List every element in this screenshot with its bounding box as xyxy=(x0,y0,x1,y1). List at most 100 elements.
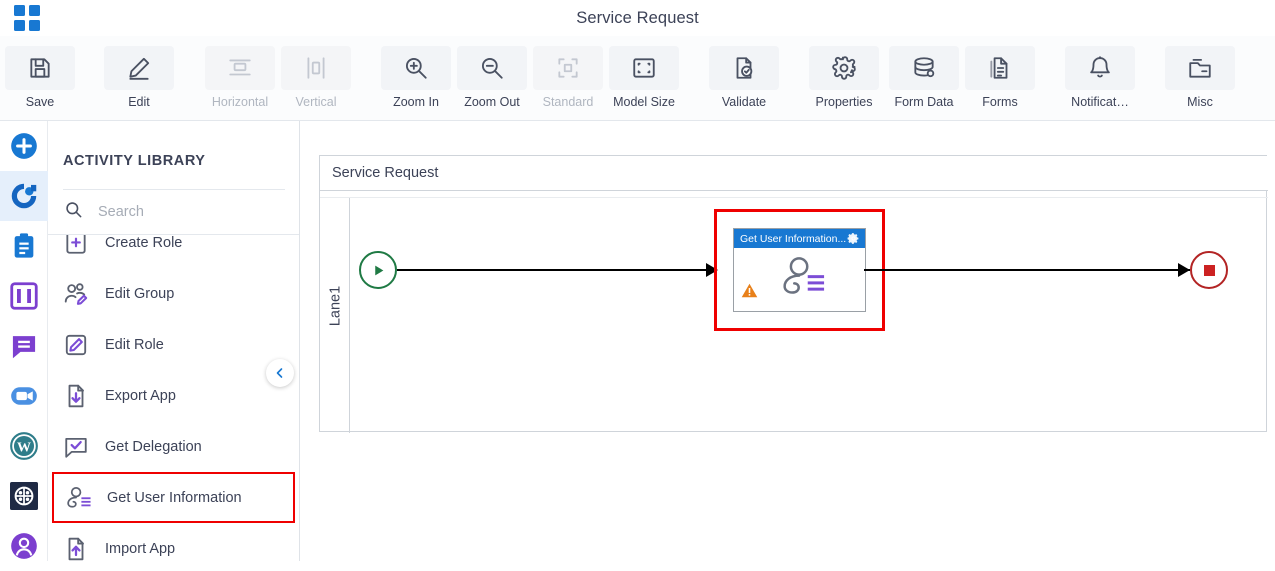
validate-doc-check-icon xyxy=(709,46,779,90)
flow-arrowhead xyxy=(1178,263,1190,277)
activity-list-item-label: Get Delegation xyxy=(105,438,202,455)
toolbar-button-save[interactable]: Save xyxy=(5,46,75,109)
toolbar-button-label: Notificat… xyxy=(1071,95,1129,109)
toolbar-button-label: Misc xyxy=(1187,95,1213,109)
columns-layout-icon xyxy=(9,282,38,310)
toolbar-button-zoom-in[interactable]: Zoom In xyxy=(381,46,451,109)
database-form-data-icon xyxy=(889,46,959,90)
lane-label: Lane1 xyxy=(327,285,344,327)
activity-list-item[interactable]: Export App xyxy=(48,370,299,421)
title-bar: Service Request xyxy=(0,0,1275,36)
activity-library-heading: ACTIVITY LIBRARY xyxy=(63,153,206,169)
warning-triangle-icon[interactable] xyxy=(741,282,758,304)
toolbar: Save Edit Horizontal Vertical Zoom In Zoom Ou… xyxy=(0,36,1275,121)
toolbar-button-vertical: Vertical xyxy=(281,46,351,109)
activity-list-item[interactable]: Get User Information xyxy=(52,472,295,523)
globe-grid-icon xyxy=(9,482,38,510)
start-event-play-icon xyxy=(374,265,383,275)
rail-item-clipboard-tasks[interactable] xyxy=(0,221,48,271)
document-forms-icon xyxy=(965,46,1035,90)
activity-list[interactable]: Create Role Edit Group Edit Role Export App… xyxy=(48,217,299,561)
standard-fit-icon xyxy=(533,46,603,90)
user-circle-icon xyxy=(10,532,38,560)
end-event[interactable] xyxy=(1190,251,1228,289)
activity-node-body xyxy=(734,248,865,311)
agilepoint-logo-icon xyxy=(10,182,38,210)
rail-item-globe-grid[interactable] xyxy=(0,471,48,521)
rail-item-zoom-video[interactable] xyxy=(0,371,48,421)
rail-item-chat-message[interactable] xyxy=(0,321,48,371)
toolbar-button-forms[interactable]: Forms xyxy=(965,46,1035,109)
activity-list-item-label: Get User Information xyxy=(107,489,242,506)
sequence-flow[interactable] xyxy=(397,269,706,271)
pool-header: Service Request xyxy=(320,156,1268,191)
toolbar-button-label: Properties xyxy=(815,95,873,109)
zoom-video-icon xyxy=(10,382,38,410)
rail-item-add-plus-circle[interactable] xyxy=(0,121,48,171)
toolbar-button-properties[interactable]: Properties xyxy=(809,46,879,109)
collapse-panel-button[interactable] xyxy=(266,359,294,387)
swimlane: Lane1 Get User Information... xyxy=(320,197,1268,433)
gear-icon[interactable] xyxy=(847,232,860,245)
search-input[interactable] xyxy=(96,203,276,221)
toolbar-button-zoom-out[interactable]: Zoom Out xyxy=(457,46,527,109)
svg-text:W: W xyxy=(17,440,31,455)
activity-list-item[interactable]: Import App xyxy=(48,523,299,561)
toolbar-button-label: Zoom In xyxy=(393,95,439,109)
activity-list-item[interactable]: Get Delegation xyxy=(48,421,299,472)
save-floppy-icon xyxy=(5,46,75,90)
search-bar[interactable] xyxy=(48,190,299,235)
search-icon xyxy=(64,200,83,224)
toolbar-button-label: Save xyxy=(25,95,55,109)
activity-node-title: Get User Information... xyxy=(740,232,847,245)
gear-properties-icon xyxy=(809,46,879,90)
rail-item-user-circle[interactable] xyxy=(0,521,48,571)
import-app-icon xyxy=(63,536,89,562)
chat-message-icon xyxy=(10,332,38,360)
edit-group-icon xyxy=(63,281,89,307)
toolbar-button-label: Horizontal xyxy=(211,95,269,109)
export-app-icon xyxy=(63,383,89,409)
app-rail: W xyxy=(0,121,48,561)
pencil-edit-icon xyxy=(104,46,174,90)
activity-list-item-label: Edit Role xyxy=(105,336,164,353)
toolbar-button-notificat[interactable]: Notificat… xyxy=(1065,46,1135,109)
activity-list-item[interactable]: Edit Role xyxy=(48,319,299,370)
toolbar-button-label: Forms xyxy=(982,95,1018,109)
bell-notification-icon xyxy=(1065,46,1135,90)
zoom-out-icon xyxy=(457,46,527,90)
pool-title: Service Request xyxy=(332,165,439,181)
model-size-icon xyxy=(609,46,679,90)
start-event[interactable] xyxy=(359,251,397,289)
align-vertical-icon xyxy=(281,46,351,90)
toolbar-button-form-data[interactable]: Form Data xyxy=(889,46,959,109)
activity-list-item-label: Import App xyxy=(105,540,176,557)
toolbar-button-label: Edit xyxy=(128,95,150,109)
rail-item-columns-layout[interactable] xyxy=(0,271,48,321)
chevron-left-icon xyxy=(276,368,283,378)
activity-list-item-label: Create Role xyxy=(105,234,183,251)
page-title: Service Request xyxy=(576,9,699,27)
rail-item-agilepoint-logo[interactable] xyxy=(0,171,48,221)
process-pool: Service Request Lane1 Get User Informati… xyxy=(319,155,1268,433)
activity-list-item[interactable]: Edit Group xyxy=(48,268,299,319)
toolbar-button-validate[interactable]: Validate xyxy=(709,46,779,109)
rail-item-wordpress[interactable]: W xyxy=(0,421,48,471)
add-plus-circle-icon xyxy=(10,132,38,160)
process-canvas[interactable]: Service Request Lane1 Get User Informati… xyxy=(300,121,1275,561)
clipboard-tasks-icon xyxy=(10,232,38,260)
toolbar-button-edit[interactable]: Edit xyxy=(104,46,174,109)
activity-node[interactable]: Get User Information... xyxy=(733,228,866,312)
activity-library-panel: ACTIVITY LIBRARY Create Role Edit Group Ed… xyxy=(48,121,300,561)
toolbar-button-model-size[interactable]: Model Size xyxy=(609,46,679,109)
activity-list-item-label: Edit Group xyxy=(105,285,175,302)
misc-folder-icon xyxy=(1165,46,1235,90)
activity-node-header: Get User Information... xyxy=(734,229,865,248)
sequence-flow[interactable] xyxy=(864,269,1190,271)
get-delegation-icon xyxy=(63,434,89,460)
toolbar-button-label: Validate xyxy=(721,95,767,109)
edit-role-icon xyxy=(63,332,89,358)
toolbar-button-misc[interactable]: Misc xyxy=(1165,46,1235,109)
align-horizontal-icon xyxy=(205,46,275,90)
activity-list-item-label: Export App xyxy=(105,387,176,404)
